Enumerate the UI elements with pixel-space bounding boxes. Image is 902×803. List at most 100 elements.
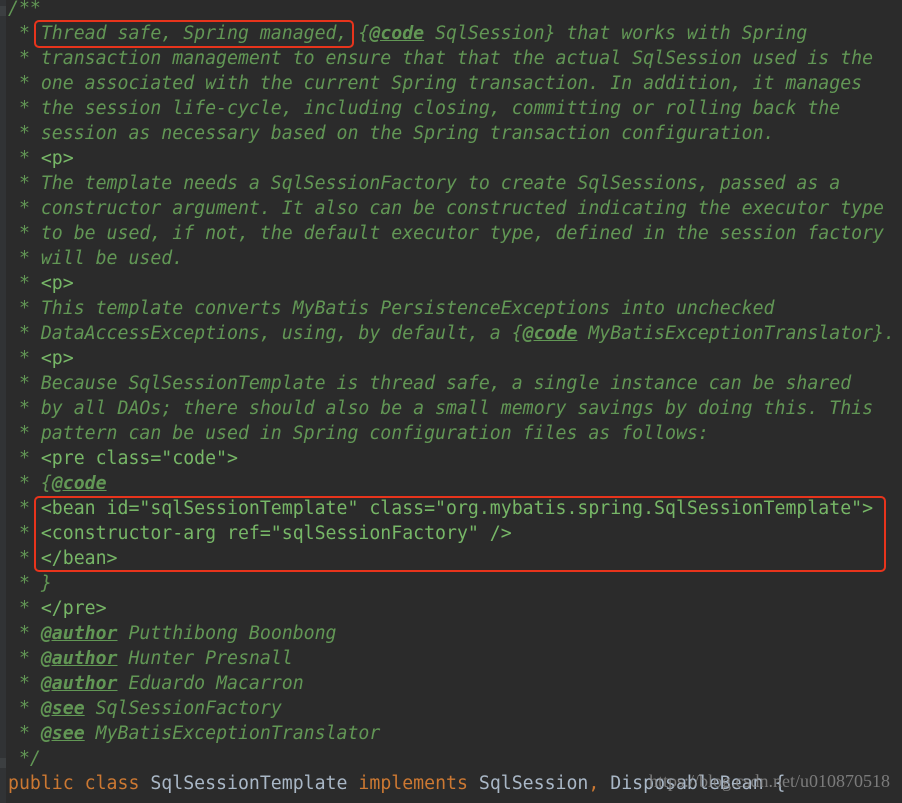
comment-line: * @see SqlSessionFactory bbox=[8, 696, 282, 721]
comment-line: * to be used, if not, the default execut… bbox=[8, 221, 884, 246]
comment-asterisk: * bbox=[8, 648, 41, 669]
comment-asterisk: * bbox=[8, 173, 41, 194]
comment-close: */ bbox=[8, 748, 41, 769]
comment-text: Because SqlSessionTemplate is thread saf… bbox=[40, 373, 852, 394]
html-tag: <pre class="code"> bbox=[40, 448, 238, 469]
comment-asterisk: * bbox=[8, 598, 41, 619]
comment-line: * @see MyBatisExceptionTranslator bbox=[8, 721, 380, 746]
comment-text: MyBatisExceptionTranslator}. bbox=[577, 323, 895, 344]
comment-asterisk: * bbox=[8, 273, 41, 294]
class-name: SqlSessionTemplate bbox=[150, 773, 348, 794]
comment-open-line: /** bbox=[8, 0, 41, 21]
comment-text: will be used. bbox=[40, 248, 184, 269]
comment-text: session as necessary based on the Spring… bbox=[40, 123, 775, 144]
comment-asterisk: * bbox=[8, 298, 41, 319]
comment-asterisk: * bbox=[8, 98, 41, 119]
javadoc-tag: @author bbox=[40, 648, 118, 669]
comment-asterisk: * bbox=[8, 248, 41, 269]
comment-close-line: */ bbox=[8, 746, 41, 771]
comment-line: * will be used. bbox=[8, 246, 183, 271]
javadoc-tag: @see bbox=[40, 698, 85, 719]
comment-asterisk: * bbox=[8, 348, 41, 369]
code-editor[interactable]: /** * Thread safe, Spring managed, {@cod… bbox=[0, 0, 902, 803]
html-tag: <p> bbox=[40, 148, 74, 169]
comment-line: * {@code bbox=[8, 471, 107, 496]
comment-text: SqlSessionFactory bbox=[84, 698, 282, 719]
interface-name: SqlSession bbox=[478, 773, 589, 794]
javadoc-tag: @see bbox=[40, 723, 85, 744]
comment-text: } bbox=[40, 573, 52, 594]
fold-marker[interactable] bbox=[0, 758, 6, 768]
comment-text: MyBatisExceptionTranslator bbox=[84, 723, 381, 744]
comment-asterisk: * bbox=[8, 448, 41, 469]
comment-line: * pattern can be used in Spring configur… bbox=[8, 421, 709, 446]
comment-line: * transaction management to ensure that … bbox=[8, 46, 873, 71]
comment-text: Eduardo Macarron bbox=[117, 673, 304, 694]
comment-text: DataAccessExceptions, using, by default,… bbox=[40, 323, 523, 344]
javadoc-tag: @author bbox=[40, 623, 118, 644]
comment-asterisk: * bbox=[8, 323, 41, 344]
comment-asterisk: * bbox=[8, 623, 41, 644]
comment-line: * DataAccessExceptions, using, by defaul… bbox=[8, 321, 895, 346]
comma: , bbox=[588, 773, 600, 794]
comment-text: SqlSession} that works with Spring bbox=[424, 23, 808, 44]
comment-asterisk: * bbox=[8, 723, 41, 744]
comment-text: pattern can be used in Spring configurat… bbox=[40, 423, 709, 444]
comment-line: * } bbox=[8, 571, 52, 596]
comment-text: transaction management to ensure that th… bbox=[40, 48, 874, 69]
comment-text: the session life-cycle, including closin… bbox=[40, 98, 841, 119]
html-tag: </pre> bbox=[40, 598, 107, 619]
comment-line: * Because SqlSessionTemplate is thread s… bbox=[8, 371, 851, 396]
comment-asterisk: * bbox=[8, 573, 41, 594]
comment-asterisk: * bbox=[8, 198, 41, 219]
comment-line: * @author Eduardo Macarron bbox=[8, 671, 304, 696]
comment-asterisk: * bbox=[8, 48, 41, 69]
keyword-public: public bbox=[8, 773, 74, 794]
comment-text: The template needs a SqlSessionFactory t… bbox=[40, 173, 841, 194]
comment-line: * session as necessary based on the Spri… bbox=[8, 121, 775, 146]
comment-line: * the session life-cycle, including clos… bbox=[8, 96, 840, 121]
comment-line: * <p> bbox=[8, 271, 74, 296]
html-tag: <p> bbox=[40, 348, 74, 369]
comment-text: one associated with the current Spring t… bbox=[40, 73, 863, 94]
javadoc-tag: @code bbox=[522, 323, 578, 344]
comment-line: * This template converts MyBatis Persist… bbox=[8, 296, 775, 321]
comment-open: /** bbox=[8, 0, 41, 19]
comment-line: * @author Putthibong Boonbong bbox=[8, 621, 337, 646]
comment-asterisk: * bbox=[8, 123, 41, 144]
comment-asterisk: * bbox=[8, 73, 41, 94]
comment-asterisk: * bbox=[8, 223, 41, 244]
comment-line: * <p> bbox=[8, 346, 74, 371]
comment-text: Putthibong Boonbong bbox=[117, 623, 337, 644]
javadoc-tag: @code bbox=[369, 23, 425, 44]
comment-asterisk: * bbox=[8, 398, 41, 419]
comment-line: * </pre> bbox=[8, 596, 107, 621]
comment-text: Hunter Presnall bbox=[117, 648, 293, 669]
comment-text: This template converts MyBatis Persisten… bbox=[40, 298, 775, 319]
html-tag: <p> bbox=[40, 273, 74, 294]
comment-text: to be used, if not, the default executor… bbox=[40, 223, 884, 244]
editor-gutter bbox=[0, 0, 6, 803]
comment-asterisk: * bbox=[8, 423, 41, 444]
comment-line: * The template needs a SqlSessionFactory… bbox=[8, 171, 840, 196]
javadoc-tag: @code bbox=[51, 473, 107, 494]
fold-marker[interactable] bbox=[0, 6, 6, 16]
comment-line: * <p> bbox=[8, 146, 74, 171]
comment-asterisk: * bbox=[8, 698, 41, 719]
comment-line: * one associated with the current Spring… bbox=[8, 71, 862, 96]
comment-asterisk: * bbox=[8, 673, 41, 694]
keyword-implements: implements bbox=[358, 773, 468, 794]
comment-line: * <pre class="code"> bbox=[8, 446, 238, 471]
comment-line: * @author Hunter Presnall bbox=[8, 646, 293, 671]
highlight-box-thread-safe bbox=[34, 20, 354, 48]
javadoc-tag: @author bbox=[40, 673, 118, 694]
comment-text: { bbox=[40, 473, 52, 494]
comment-asterisk: * bbox=[8, 148, 41, 169]
comment-line: * by all DAOs; there should also be a sm… bbox=[8, 396, 873, 421]
keyword-class: class bbox=[84, 773, 140, 794]
